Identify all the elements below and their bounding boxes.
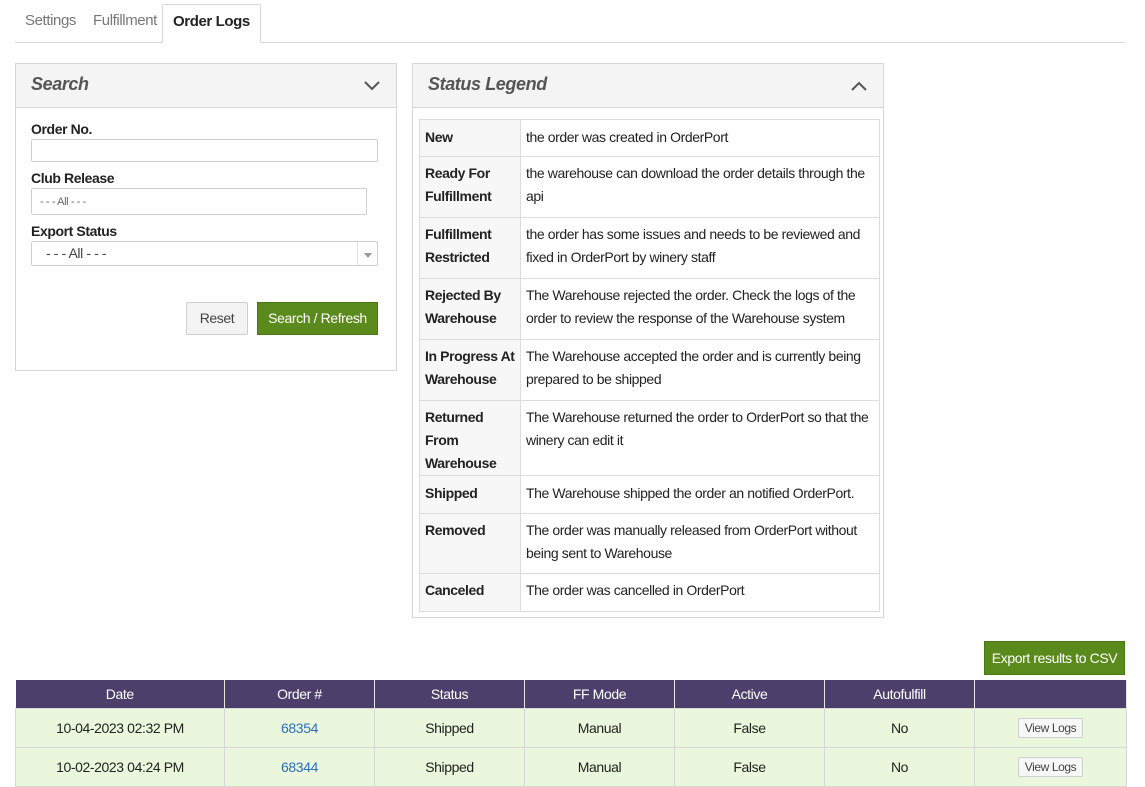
legend-row: New the order was created in OrderPort	[419, 119, 880, 157]
legend-status: Returned From Warehouse	[419, 400, 521, 476]
legend-status: In Progress At Warehouse	[419, 339, 521, 401]
legend-row: Fulfillment Restricted the order has som…	[419, 217, 880, 279]
cell-active: False	[674, 746, 825, 787]
legend-status: Removed	[419, 513, 521, 574]
legend-status: New	[419, 119, 521, 157]
cell-action: View Logs	[974, 746, 1127, 787]
legend-description: The Warehouse returned the order to Orde…	[520, 400, 880, 476]
export-status-value: - - - All - - -	[46, 245, 107, 261]
column-header-ff-mode[interactable]: FF Mode	[524, 680, 675, 708]
cell-action: View Logs	[974, 707, 1127, 748]
view-logs-button[interactable]: View Logs	[1017, 756, 1084, 777]
export-csv-button[interactable]: Export results to CSV	[984, 641, 1125, 675]
cell-status: Shipped	[374, 746, 525, 787]
legend-status: Ready For Fulfillment	[419, 156, 521, 218]
cell-ff-mode: Manual	[524, 707, 675, 748]
column-header-status[interactable]: Status	[374, 680, 525, 708]
status-legend-header[interactable]: Status Legend	[413, 64, 883, 108]
search-panel: Search Order No. Club Release - - - All …	[15, 63, 397, 371]
search-panel-header[interactable]: Search	[16, 64, 396, 108]
cell-order: 68344	[224, 746, 375, 787]
legend-description: the order was created in OrderPort	[520, 119, 880, 157]
cell-date: 10-02-2023 04:24 PM	[15, 746, 225, 787]
reset-button[interactable]: Reset	[186, 302, 248, 335]
status-legend-title: Status Legend	[428, 74, 547, 94]
legend-description: The order was manually released from Ord…	[520, 513, 880, 574]
legend-row: Returned From Warehouse The Warehouse re…	[419, 400, 880, 476]
club-release-input[interactable]: - - - All - - -	[31, 188, 367, 215]
legend-row: In Progress At Warehouse The Warehouse a…	[419, 339, 880, 401]
chevron-down-icon[interactable]	[362, 76, 382, 96]
legend-description: The Warehouse shipped the order an notif…	[520, 475, 880, 514]
tab-order-logs[interactable]: Order Logs	[162, 4, 261, 43]
cell-autofulfill: No	[824, 746, 975, 787]
legend-status: Rejected By Warehouse	[419, 278, 521, 340]
legend-description: the order has some issues and needs to b…	[520, 217, 880, 279]
legend-row: Removed The order was manually released …	[419, 513, 880, 574]
chevron-up-icon[interactable]	[849, 76, 869, 96]
legend-description: The Warehouse rejected the order. Check …	[520, 278, 880, 340]
order-logs-table: Date Order # Status FF Mode Active Autof…	[15, 680, 1127, 787]
legend-description: The order was cancelled in OrderPort	[520, 573, 880, 612]
club-release-placeholder: - - - All - - -	[40, 196, 86, 208]
legend-description: The Warehouse accepted the order and is …	[520, 339, 880, 401]
order-link[interactable]: 68354	[281, 720, 318, 736]
column-header-date[interactable]: Date	[15, 680, 225, 708]
club-release-label: Club Release	[31, 170, 115, 186]
chevron-down-icon[interactable]	[357, 242, 377, 265]
legend-row: Canceled The order was cancelled in Orde…	[419, 573, 880, 612]
column-header-active[interactable]: Active	[674, 680, 825, 708]
view-logs-button[interactable]: View Logs	[1017, 717, 1084, 738]
legend-description: the warehouse can download the order det…	[520, 156, 880, 218]
order-no-label: Order No.	[31, 121, 92, 137]
export-status-label: Export Status	[31, 223, 117, 239]
status-legend-panel: Status Legend New the order was created …	[412, 63, 884, 618]
table-header-row: Date Order # Status FF Mode Active Autof…	[15, 680, 1127, 708]
table-row: 10-02-2023 04:24 PM 68344 Shipped Manual…	[15, 746, 1127, 787]
cell-date: 10-04-2023 02:32 PM	[15, 707, 225, 748]
order-no-input[interactable]	[31, 139, 378, 162]
legend-status: Fulfillment Restricted	[419, 217, 521, 279]
cell-active: False	[674, 707, 825, 748]
legend-row: Ready For Fulfillment the warehouse can …	[419, 156, 880, 218]
export-status-select[interactable]: - - - All - - -	[31, 241, 378, 266]
legend-status: Canceled	[419, 573, 521, 612]
table-row: 10-04-2023 02:32 PM 68354 Shipped Manual…	[15, 707, 1127, 748]
cell-autofulfill: No	[824, 707, 975, 748]
column-header-actions	[974, 680, 1127, 708]
cell-ff-mode: Manual	[524, 746, 675, 787]
legend-row: Shipped The Warehouse shipped the order …	[419, 475, 880, 514]
tab-settings[interactable]: Settings	[15, 4, 86, 43]
legend-status: Shipped	[419, 475, 521, 514]
search-panel-title: Search	[31, 74, 89, 94]
tab-bar: Settings Fulfillment Order Logs	[15, 4, 1125, 43]
cell-order: 68354	[224, 707, 375, 748]
status-legend-table: New the order was created in OrderPort R…	[419, 119, 880, 612]
column-header-autofulfill[interactable]: Autofulfill	[824, 680, 975, 708]
legend-row: Rejected By Warehouse The Warehouse reje…	[419, 278, 880, 340]
order-link[interactable]: 68344	[281, 759, 318, 775]
search-refresh-button[interactable]: Search / Refresh	[257, 302, 378, 335]
column-header-order[interactable]: Order #	[224, 680, 375, 708]
cell-status: Shipped	[374, 707, 525, 748]
tab-fulfillment[interactable]: Fulfillment	[83, 4, 167, 43]
